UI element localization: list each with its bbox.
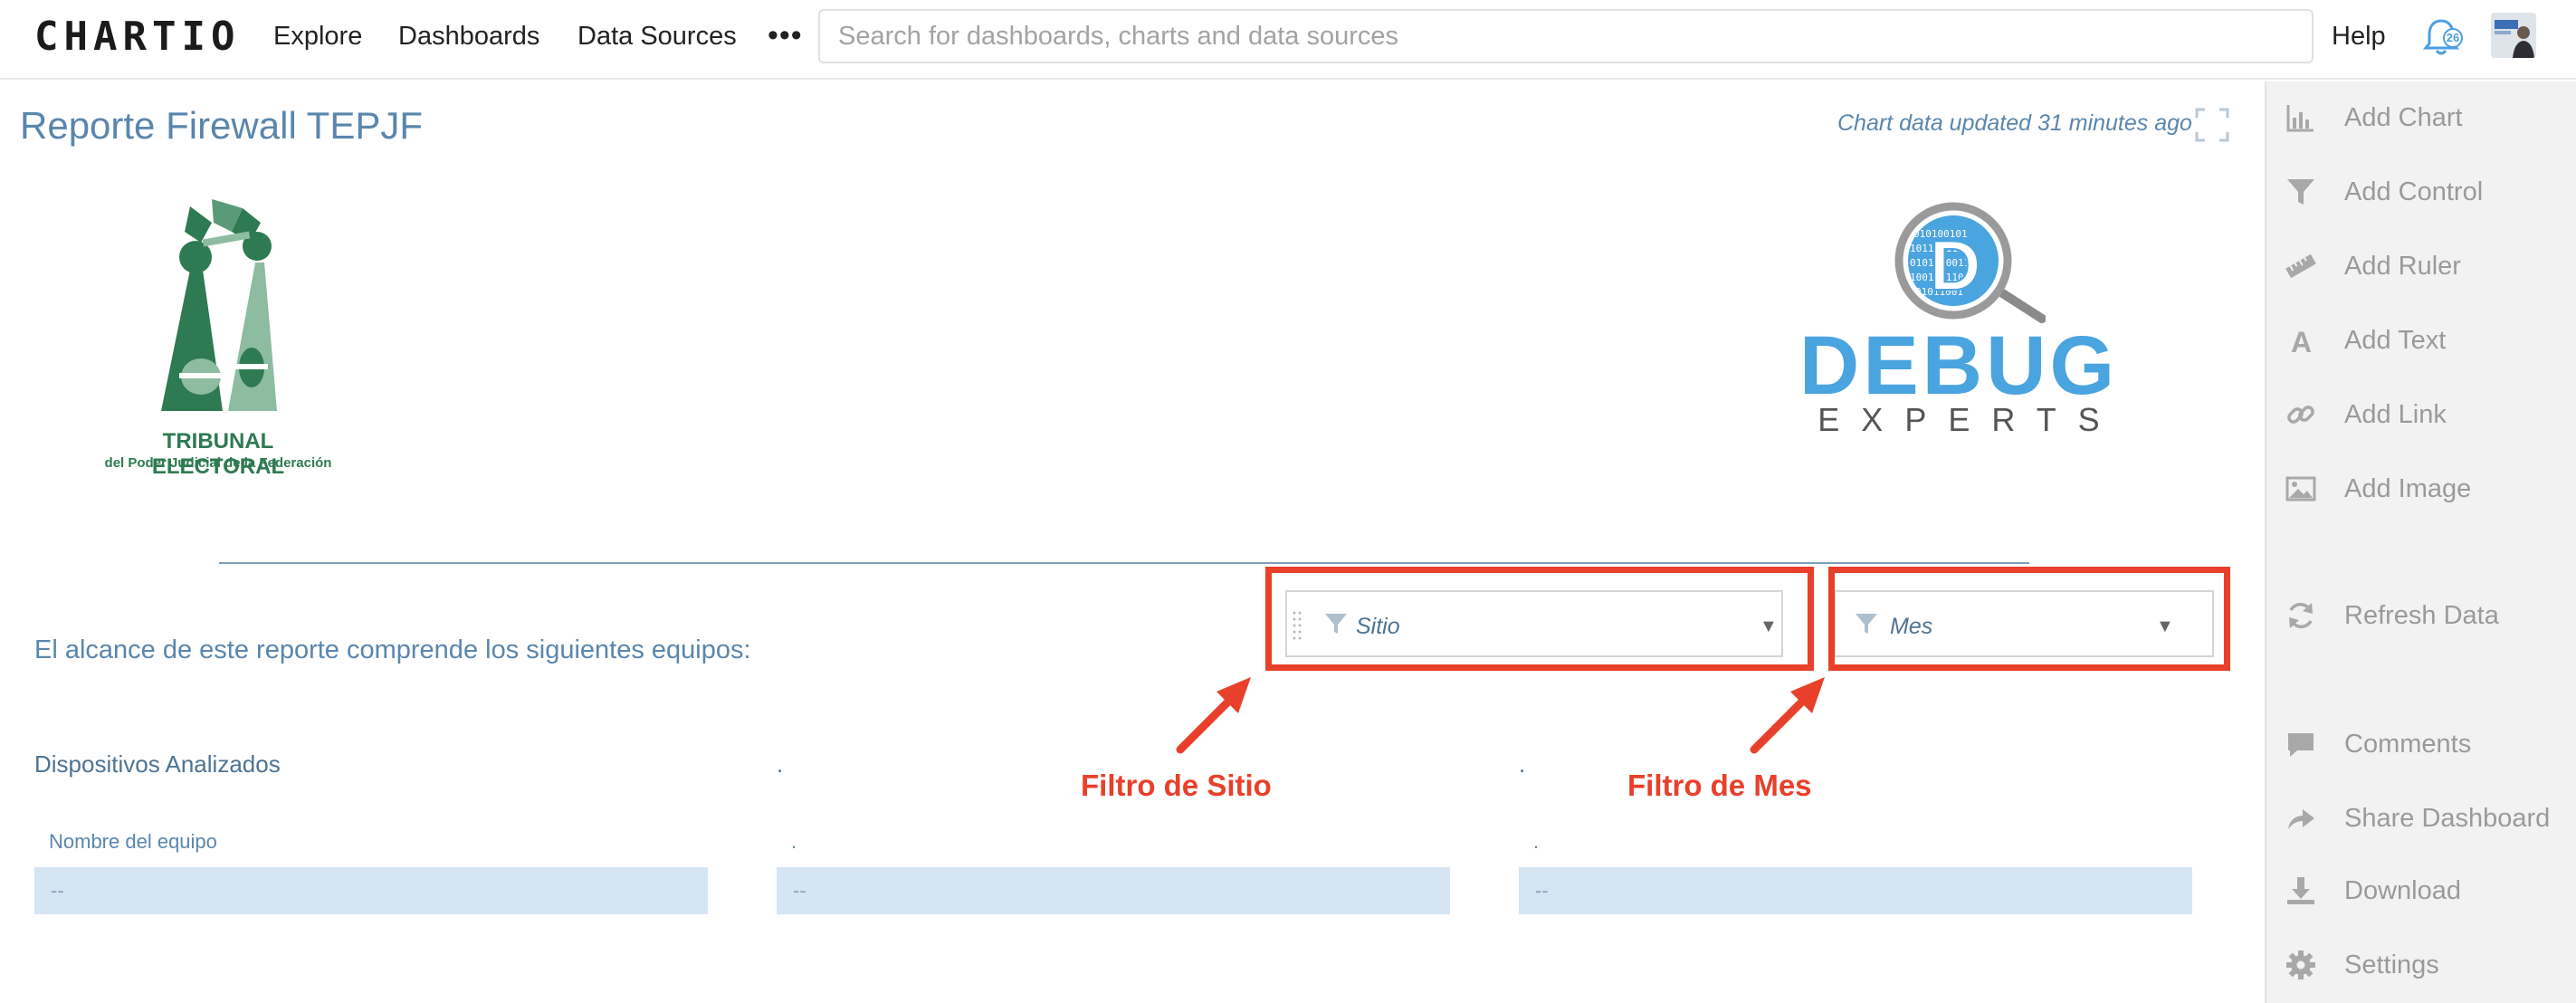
share-dashboard-button[interactable]: Share Dashboard: [2266, 791, 2576, 845]
debug-logo-wordmark: DEBUG: [1798, 320, 2119, 412]
nav-dashboards[interactable]: Dashboards: [398, 20, 539, 53]
fullscreen-icon[interactable]: [2194, 107, 2230, 143]
sitio-filter-annotation: Filtro de Sitio: [1081, 769, 1272, 802]
download-button[interactable]: Download: [2266, 864, 2576, 918]
gear-icon: [2286, 950, 2315, 979]
share-icon: [2288, 809, 2314, 829]
link-icon: [2287, 406, 2314, 424]
debug-experts-logo-image: 010100101 1011 01110 0101 10011 1001 011…: [1894, 202, 2046, 323]
more-menu-icon[interactable]: •••: [768, 13, 803, 58]
refresh-data-button[interactable]: Refresh Data: [2266, 588, 2576, 643]
funnel-icon: [2287, 179, 2314, 205]
svg-text:A: A: [2291, 326, 2312, 357]
add-chart-label: Add Chart: [2344, 103, 2463, 132]
mes-filter-label: Mes: [1890, 614, 1933, 639]
user-avatar[interactable]: [2491, 13, 2536, 58]
funnel-icon: [1325, 614, 1347, 634]
chartio-logo[interactable]: CHARTIO: [34, 13, 240, 62]
settings-label: Settings: [2344, 950, 2439, 979]
comments-button[interactable]: Comments: [2266, 717, 2576, 771]
table-header-nombre-del-equipo: Nombre del equipo: [49, 830, 217, 853]
drag-handle-icon[interactable]: [1293, 610, 1302, 643]
add-image-button[interactable]: Add Image: [2266, 462, 2576, 516]
add-chart-button[interactable]: Add Chart: [2266, 91, 2576, 145]
add-control-button[interactable]: Add Control: [2266, 165, 2576, 219]
add-text-button[interactable]: A Add Text: [2266, 313, 2576, 368]
column-title-3: .: [1519, 750, 1526, 778]
chevron-down-icon[interactable]: ▼: [1760, 614, 1778, 639]
help-link[interactable]: Help: [2332, 20, 2386, 53]
scope-text: El alcance de este reporte comprende los…: [34, 635, 751, 664]
search-input[interactable]: [818, 9, 2314, 63]
bar-chart-icon: [2286, 105, 2314, 132]
dashboard-ruler: [219, 562, 2029, 564]
mes-filter-annotation: Filtro de Mes: [1627, 769, 1812, 802]
add-link-button[interactable]: Add Link: [2266, 387, 2576, 442]
svg-text:D: D: [1930, 225, 1980, 305]
add-text-label: Add Text: [2344, 326, 2447, 355]
tepjf-logo-subtitle: del Poder Judicial de la Federación: [104, 455, 332, 471]
refresh-icon: [2289, 602, 2313, 629]
add-ruler-button[interactable]: Add Ruler: [2266, 239, 2576, 293]
table-header-3: .: [1533, 830, 1540, 853]
add-control-label: Add Control: [2344, 177, 2484, 206]
mes-filter-dropdown[interactable]: Mes ▼: [1834, 590, 2214, 657]
chart-data-updated-text: Chart data updated 31 minutes ago: [1837, 110, 2192, 136]
funnel-icon: [1856, 614, 1877, 634]
chevron-down-icon[interactable]: ▼: [2156, 614, 2174, 639]
table-cell: --: [34, 867, 708, 914]
sitio-filter-label: Sitio: [1356, 614, 1400, 639]
comments-label: Comments: [2344, 730, 2472, 759]
comment-icon: [2288, 733, 2314, 757]
notification-count-badge: 26: [2443, 28, 2463, 48]
nav-data-sources[interactable]: Data Sources: [577, 20, 737, 53]
top-nav: CHARTIO Explore Dashboards Data Sources …: [0, 0, 2576, 80]
image-icon: [2285, 476, 2316, 502]
text-icon: A: [2291, 326, 2312, 357]
add-link-label: Add Link: [2344, 400, 2447, 429]
experts-logo-wordmark: EXPERTS: [1818, 401, 2122, 438]
sitio-filter-dropdown[interactable]: Sitio ▼: [1285, 590, 1783, 657]
download-icon: [2287, 877, 2314, 904]
add-ruler-label: Add Ruler: [2344, 252, 2461, 281]
share-dashboard-label: Share Dashboard: [2344, 804, 2551, 833]
table-cell: --: [777, 867, 1450, 914]
column-title-2: .: [777, 750, 784, 778]
refresh-data-label: Refresh Data: [2344, 601, 2499, 630]
download-label: Download: [2344, 876, 2461, 905]
nav-explore[interactable]: Explore: [273, 20, 362, 53]
column-title-dispositivos: Dispositivos Analizados: [34, 750, 281, 778]
ruler-icon: [2285, 253, 2316, 279]
add-image-label: Add Image: [2344, 474, 2472, 503]
table-header-2: .: [791, 830, 797, 853]
table-cell: --: [1519, 867, 2192, 914]
settings-button[interactable]: Settings: [2266, 938, 2576, 992]
sitio-annotation-arrow: [1176, 677, 1251, 754]
dashboard-sidebar: Add Chart Add Control Add Ruler A Add Te…: [2265, 81, 2576, 1003]
dashboard-title[interactable]: Reporte Firewall TEPJF: [20, 103, 423, 148]
mes-annotation-arrow: [1750, 677, 1825, 754]
